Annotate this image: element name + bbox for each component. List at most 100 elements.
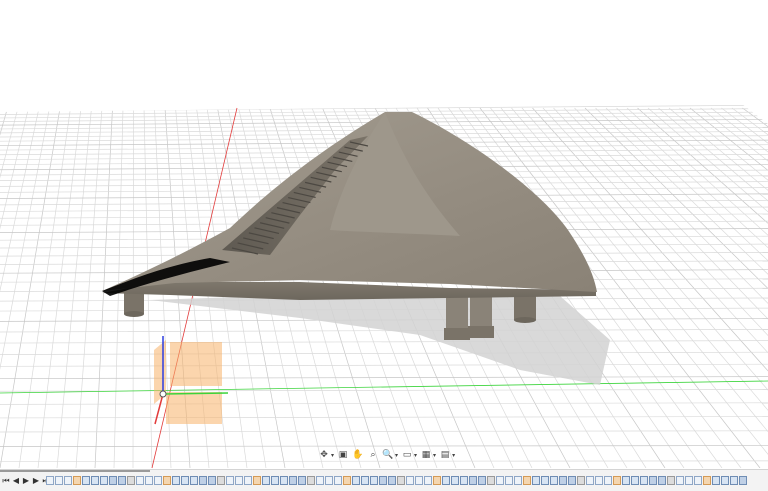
- 3d-viewport[interactable]: [0, 0, 768, 491]
- timeline-feature-icon[interactable]: [397, 476, 405, 485]
- timeline-feature-icon[interactable]: [460, 476, 468, 485]
- timeline-feature-icon[interactable]: [631, 476, 639, 485]
- zoom-icon[interactable]: 🔍: [382, 449, 394, 461]
- chevron-down-icon[interactable]: ▾: [395, 452, 398, 459]
- timeline-next-icon[interactable]: ▶: [32, 476, 40, 485]
- timeline-feature-icon[interactable]: [190, 476, 198, 485]
- timeline-feature-icon[interactable]: [694, 476, 702, 485]
- origin-plane-xz[interactable]: [170, 342, 222, 386]
- timeline-feature-icon[interactable]: [613, 476, 621, 485]
- chevron-down-icon[interactable]: ▾: [331, 452, 334, 459]
- timeline-feature-icon[interactable]: [532, 476, 540, 485]
- timeline-feature-icon[interactable]: [217, 476, 225, 485]
- timeline-feature-icon[interactable]: [271, 476, 279, 485]
- timeline-feature-icon[interactable]: [226, 476, 234, 485]
- timeline-feature-icon[interactable]: [55, 476, 63, 485]
- timeline-feature-icon[interactable]: [298, 476, 306, 485]
- viewports-icon[interactable]: ▤: [439, 449, 451, 461]
- timeline-feature-icon[interactable]: [352, 476, 360, 485]
- timeline-feature-icon[interactable]: [118, 476, 126, 485]
- timeline-feature-icon[interactable]: [541, 476, 549, 485]
- timeline-feature-icon[interactable]: [280, 476, 288, 485]
- zoom-window-icon[interactable]: ⌕: [367, 449, 379, 461]
- timeline-feature-icon[interactable]: [577, 476, 585, 485]
- timeline-feature-icon[interactable]: [667, 476, 675, 485]
- timeline-feature-icon[interactable]: [307, 476, 315, 485]
- timeline-feature-icon[interactable]: [721, 476, 729, 485]
- timeline-feature-icon[interactable]: [424, 476, 432, 485]
- timeline-feature-icon[interactable]: [415, 476, 423, 485]
- timeline-feature-icon[interactable]: [406, 476, 414, 485]
- timeline-feature-icon[interactable]: [46, 476, 54, 485]
- timeline-feature-icon[interactable]: [235, 476, 243, 485]
- look-at-icon[interactable]: ▣: [337, 449, 349, 461]
- timeline-feature-icon[interactable]: [604, 476, 612, 485]
- chevron-down-icon[interactable]: ▾: [433, 452, 436, 459]
- timeline-feature-icon[interactable]: [649, 476, 657, 485]
- timeline-feature-icon[interactable]: [586, 476, 594, 485]
- timeline-play-icon[interactable]: ▶: [22, 476, 30, 485]
- timeline-scrollbar[interactable]: [0, 470, 150, 472]
- timeline-feature-icon[interactable]: [730, 476, 738, 485]
- timeline-feature-icon[interactable]: [379, 476, 387, 485]
- timeline-feature-icon[interactable]: [262, 476, 270, 485]
- timeline-feature-icon[interactable]: [550, 476, 558, 485]
- timeline-feature-icon[interactable]: [685, 476, 693, 485]
- timeline-feature-icon[interactable]: [739, 476, 747, 485]
- timeline-feature-icon[interactable]: [64, 476, 72, 485]
- timeline-feature-icon[interactable]: [208, 476, 216, 485]
- timeline-feature-icon[interactable]: [334, 476, 342, 485]
- timeline-prev-icon[interactable]: ◀: [12, 476, 20, 485]
- timeline-feature-icon[interactable]: [316, 476, 324, 485]
- timeline-feature-icon[interactable]: [370, 476, 378, 485]
- pan-icon[interactable]: ✋: [352, 449, 364, 461]
- timeline-feature-icon[interactable]: [487, 476, 495, 485]
- timeline-feature-icon[interactable]: [361, 476, 369, 485]
- timeline-feature-icon[interactable]: [154, 476, 162, 485]
- timeline-feature-icon[interactable]: [640, 476, 648, 485]
- timeline-feature-icon[interactable]: [181, 476, 189, 485]
- timeline-feature-icon[interactable]: [136, 476, 144, 485]
- timeline-feature-icon[interactable]: [703, 476, 711, 485]
- timeline-feature-icon[interactable]: [199, 476, 207, 485]
- timeline-feature-icon[interactable]: [145, 476, 153, 485]
- timeline-feature-icon[interactable]: [100, 476, 108, 485]
- timeline-feature-icon[interactable]: [127, 476, 135, 485]
- timeline-feature-icon[interactable]: [172, 476, 180, 485]
- timeline-feature-icon[interactable]: [289, 476, 297, 485]
- timeline-feature-icon[interactable]: [676, 476, 684, 485]
- timeline-feature-icon[interactable]: [253, 476, 261, 485]
- timeline-feature-icon[interactable]: [505, 476, 513, 485]
- timeline-feature-icon[interactable]: [523, 476, 531, 485]
- chevron-down-icon[interactable]: ▾: [452, 452, 455, 459]
- timeline-feature-icon[interactable]: [325, 476, 333, 485]
- timeline-feature-icon[interactable]: [568, 476, 576, 485]
- timeline-feature-icon[interactable]: [73, 476, 81, 485]
- timeline-feature-icon[interactable]: [433, 476, 441, 485]
- timeline-feature-icon[interactable]: [451, 476, 459, 485]
- timeline-feature-icon[interactable]: [496, 476, 504, 485]
- timeline-feature-icon[interactable]: [91, 476, 99, 485]
- timeline-feature-icon[interactable]: [442, 476, 450, 485]
- timeline-feature-icon[interactable]: [712, 476, 720, 485]
- timeline-feature-icon[interactable]: [82, 476, 90, 485]
- timeline-feature-icon[interactable]: [514, 476, 522, 485]
- timeline-feature-icon[interactable]: [163, 476, 171, 485]
- timeline-first-icon[interactable]: ⏮: [2, 476, 10, 485]
- orbit-icon[interactable]: ✥: [318, 449, 330, 461]
- timeline-feature-icon[interactable]: [478, 476, 486, 485]
- timeline-feature-icon[interactable]: [622, 476, 630, 485]
- timeline-feature-icon[interactable]: [658, 476, 666, 485]
- timeline-feature-icon[interactable]: [109, 476, 117, 485]
- timeline-feature-icon[interactable]: [469, 476, 477, 485]
- chevron-down-icon[interactable]: ▾: [414, 452, 417, 459]
- timeline-feature-icon[interactable]: [559, 476, 567, 485]
- timeline-feature-icon[interactable]: [343, 476, 351, 485]
- display-settings-icon[interactable]: ▭: [401, 449, 413, 461]
- timeline-feature-icon[interactable]: [388, 476, 396, 485]
- timeline-feature-icon[interactable]: [244, 476, 252, 485]
- origin-plane-yz[interactable]: [166, 392, 222, 424]
- grid-settings-icon[interactable]: ▦: [420, 449, 432, 461]
- origin-point[interactable]: [159, 390, 167, 398]
- timeline-feature-icon[interactable]: [595, 476, 603, 485]
